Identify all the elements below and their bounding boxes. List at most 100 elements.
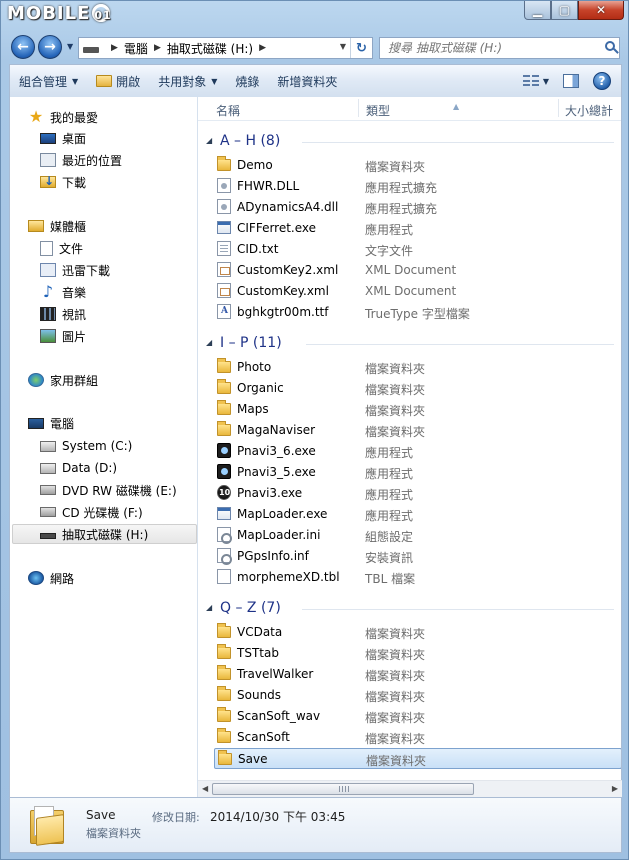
column-divider[interactable] (358, 99, 359, 117)
file-row[interactable]: PGpsInfo.inf 安裝資訊 (214, 546, 621, 567)
nav-network[interactable]: 網路 (28, 568, 74, 588)
file-row[interactable]: Demo 檔案資料夾 (214, 155, 621, 176)
nav-favorites[interactable]: ★ 我的最愛 (28, 107, 98, 127)
file-row[interactable]: CIFFerret.exe 應用程式 (214, 218, 621, 239)
film-strip-icon (40, 307, 56, 321)
file-row[interactable]: Pnavi3_5.exe 應用程式 (214, 462, 621, 483)
preview-pane-icon[interactable] (563, 74, 579, 88)
nav-videos[interactable]: 視訊 (40, 304, 86, 324)
file-row[interactable]: Pnavi3.exe 應用程式 (214, 483, 621, 504)
nav-homegroup[interactable]: 家用群組 (28, 370, 98, 390)
collapse-triangle-icon[interactable]: ◢ (206, 136, 212, 145)
back-button[interactable]: ← (11, 35, 35, 59)
help-icon[interactable]: ? (593, 72, 611, 90)
burn-button[interactable]: 燒錄 (226, 65, 268, 97)
address-bar[interactable]: ▶ 電腦 ▶ 抽取式磁碟 (H:) ▶ ▼ ↻ (78, 37, 373, 59)
search-icon[interactable] (605, 41, 615, 51)
title-bar[interactable]: MOBILE 01 ▁ ▢ ✕ (1, 1, 629, 29)
search-box[interactable] (379, 37, 620, 59)
scroll-right-arrow-icon[interactable]: ▶ (612, 784, 618, 793)
close-icon: ✕ (595, 3, 607, 17)
nav-drive-h[interactable]: 抽取式磁碟 (H:) (12, 524, 197, 544)
search-input[interactable] (388, 41, 588, 55)
chevron-right-icon[interactable]: ▶ (154, 43, 161, 53)
chevron-down-icon[interactable]: ▼ (543, 77, 549, 86)
column-divider[interactable] (558, 99, 559, 117)
file-row[interactable]: bghkgtr00m.ttf TrueType 字型檔案 (214, 302, 621, 323)
nav-downloads[interactable]: 下載 (40, 172, 86, 192)
column-header-type[interactable]: 類型 (366, 102, 390, 119)
change-view-icon[interactable] (522, 75, 539, 87)
scrollbar-thumb[interactable] (212, 783, 474, 795)
nav-drive-d[interactable]: Data (D:) (40, 458, 117, 478)
file-row[interactable]: morphemeXD.tbl TBL 檔案 (214, 567, 621, 588)
nav-drive-e[interactable]: DVD RW 磁碟機 (E:) (40, 480, 177, 500)
collapse-triangle-icon[interactable]: ◢ (206, 338, 212, 347)
dvd-drive-icon (40, 485, 56, 495)
file-row[interactable]: CustomKey2.xml XML Document (214, 260, 621, 281)
file-row[interactable]: Sounds 檔案資料夾 (214, 685, 621, 706)
file-row[interactable]: ScanSoft_wav 檔案資料夾 (214, 706, 621, 727)
file-row[interactable]: Pnavi3_6.exe 應用程式 (214, 441, 621, 462)
file-row[interactable]: TravelWalker 檔案資料夾 (214, 664, 621, 685)
open-button[interactable]: 開啟 (87, 65, 149, 97)
group-header[interactable]: ◢ A – H (8) (198, 131, 621, 153)
collapse-triangle-icon[interactable]: ◢ (206, 603, 212, 612)
file-row[interactable]: CID.txt 文字文件 (214, 239, 621, 260)
file-row[interactable]: ADynamicsA4.dll 應用程式擴充 (214, 197, 621, 218)
file-row[interactable]: MapLoader.ini 組態設定 (214, 525, 621, 546)
file-row[interactable]: MagaNaviser 檔案資料夾 (214, 420, 621, 441)
breadcrumb-removable-drive[interactable]: 抽取式磁碟 (H:) (167, 40, 253, 57)
nav-documents[interactable]: 文件 (40, 238, 83, 258)
file-row[interactable]: Organic 檔案資料夾 (214, 378, 621, 399)
recent-pages-dropdown[interactable]: ▼ (67, 42, 73, 51)
nav-drive-f[interactable]: CD 光碟機 (F:) (40, 502, 143, 522)
file-row[interactable]: MapLoader.exe 應用程式 (214, 504, 621, 525)
file-name: TSTtab (237, 646, 279, 660)
details-modified-value: 2014/10/30 下午 03:45 (210, 810, 346, 824)
file-type: 檔案資料夾 (365, 711, 426, 725)
nav-thunder-downloads[interactable]: 迅雷下載 (40, 260, 110, 280)
recent-places-icon (40, 153, 56, 167)
dll-icon (217, 199, 231, 214)
file-row[interactable]: ScanSoft 檔案資料夾 (214, 727, 621, 748)
address-dropdown[interactable]: ▼ (340, 42, 346, 51)
column-header-name[interactable]: 名稱 (216, 102, 240, 119)
nav-music[interactable]: ♪ 音樂 (40, 282, 86, 302)
maximize-button[interactable]: ▢ (551, 1, 578, 20)
scroll-left-arrow-icon[interactable]: ◀ (202, 784, 208, 793)
cd-drive-icon (40, 507, 56, 517)
file-row[interactable]: Save 檔案資料夾 (214, 748, 621, 769)
group-header[interactable]: ◢ I – P (11) (198, 333, 621, 355)
forward-button[interactable]: → (38, 35, 62, 59)
nav-drive-c[interactable]: System (C:) (40, 436, 132, 456)
file-row[interactable]: FHWR.DLL 應用程式擴充 (214, 176, 621, 197)
share-button[interactable]: 共用對象 ▼ (149, 65, 226, 97)
refresh-button[interactable]: ↻ (350, 38, 372, 58)
file-row[interactable]: Maps 檔案資料夾 (214, 399, 621, 420)
chevron-right-icon[interactable]: ▶ (111, 43, 118, 53)
file-row[interactable]: Photo 檔案資料夾 (214, 357, 621, 378)
new-folder-button[interactable]: 新增資料夾 (268, 65, 346, 97)
nav-pictures[interactable]: 圖片 (40, 326, 86, 346)
details-name: Save (86, 808, 116, 822)
organize-button[interactable]: 組合管理 ▼ (10, 65, 87, 97)
horizontal-scrollbar[interactable]: ◀ ▶ (198, 780, 622, 797)
file-row[interactable]: VCData 檔案資料夾 (214, 622, 621, 643)
nav-computer[interactable]: 電腦 (28, 413, 74, 433)
nav-libraries[interactable]: 媒體櫃 (28, 216, 86, 236)
file-row[interactable]: CustomKey.xml XML Document (214, 281, 621, 302)
file-type: 檔案資料夾 (365, 383, 426, 397)
close-button[interactable]: ✕ (578, 1, 624, 20)
column-header-size[interactable]: 大小總計 (565, 102, 613, 119)
file-name: Photo (237, 360, 272, 374)
breadcrumb-computer[interactable]: 電腦 (124, 40, 148, 57)
details-pane: Save 檔案資料夾 修改日期: 2014/10/30 下午 03:45 (9, 797, 622, 853)
minimize-button[interactable]: ▁ (524, 1, 551, 20)
group-header[interactable]: ◢ Q – Z (7) (198, 598, 621, 620)
nav-recent[interactable]: 最近的位置 (40, 150, 122, 170)
file-row[interactable]: TSTtab 檔案資料夾 (214, 643, 621, 664)
nav-desktop[interactable]: 桌面 (40, 128, 86, 148)
xml-icon (217, 262, 231, 277)
chevron-right-icon[interactable]: ▶ (259, 43, 266, 53)
